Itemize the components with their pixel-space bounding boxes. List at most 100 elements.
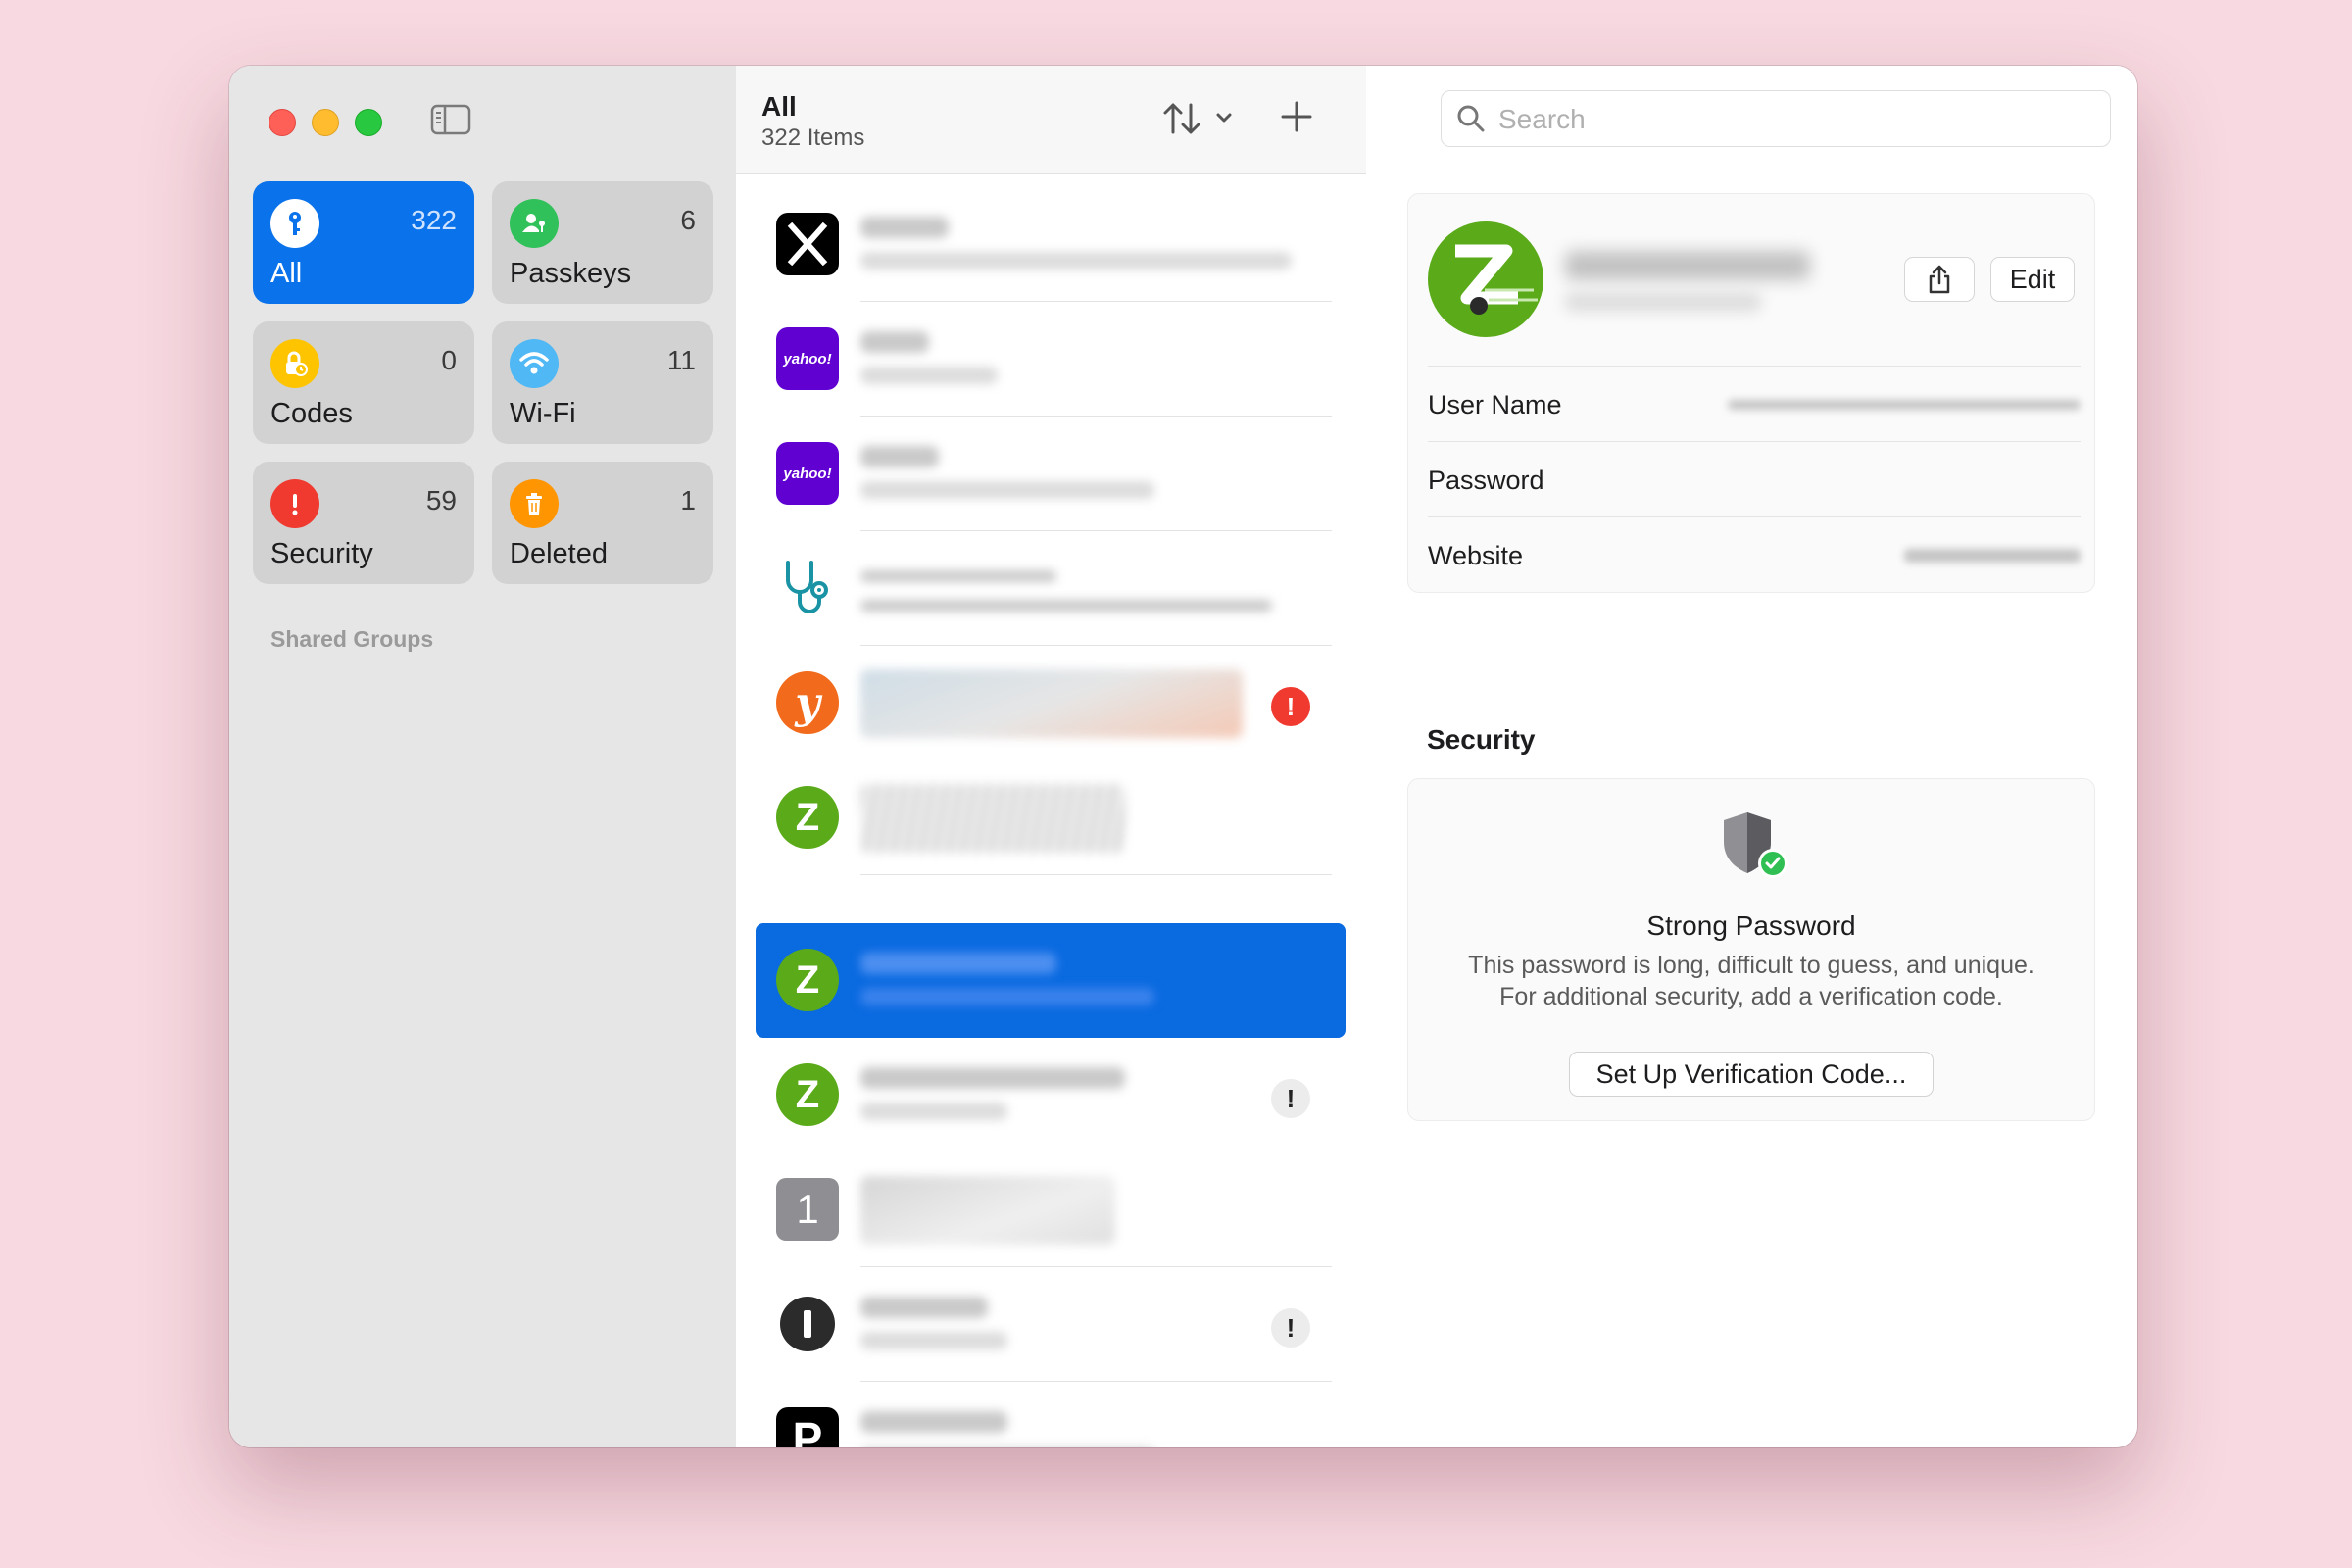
- website-field[interactable]: Website: [1428, 516, 2081, 593]
- search-icon: [1457, 105, 1485, 132]
- person-key-icon: [510, 199, 559, 248]
- item-title-redacted: [860, 669, 1243, 738]
- zipcar-logo-text: Z: [795, 795, 820, 839]
- field-value-redacted: [1728, 400, 2081, 410]
- category-label: Wi-Fi: [510, 398, 576, 429]
- edit-button[interactable]: Edit: [1990, 257, 2075, 302]
- item-subtitle-redacted: [860, 1332, 1007, 1349]
- add-icon[interactable]: [1277, 97, 1316, 136]
- list-item[interactable]: P: [756, 1382, 1346, 1447]
- item-title-redacted: [860, 1411, 1007, 1433]
- lock-clock-icon: [270, 339, 319, 388]
- category-count: 1: [680, 485, 696, 515]
- setup-verification-button[interactable]: Set Up Verification Code...: [1569, 1052, 1934, 1097]
- item-title-redacted: [860, 331, 929, 353]
- list-item[interactable]: yahoo!: [756, 416, 1346, 531]
- list-header: All 322 Items: [736, 66, 1366, 174]
- close-window-button[interactable]: [269, 109, 296, 136]
- yahoo-logo-icon: yahoo!: [776, 327, 839, 390]
- zipcar-logo-icon: Z: [776, 949, 839, 1011]
- category-label: All: [270, 258, 303, 289]
- sidebar-toggle-icon[interactable]: [430, 103, 471, 136]
- zipcar-logo-icon: [1428, 221, 1544, 337]
- field-label: Website: [1428, 541, 1524, 570]
- category-security[interactable]: 59 Security: [253, 462, 474, 584]
- passwords-window: 322 All 6 Passkeys 0 Codes 11 Wi-Fi 59 S…: [229, 66, 2137, 1447]
- yahoo-logo-text: yahoo!: [783, 350, 832, 368]
- account-title-redacted: [1565, 251, 1810, 280]
- list-item[interactable]: yahoo!: [756, 302, 1346, 416]
- zoom-window-button[interactable]: [355, 109, 382, 136]
- list-item[interactable]: !: [756, 1267, 1346, 1382]
- category-count: 6: [680, 205, 696, 235]
- item-subtitle-redacted: [860, 1102, 1007, 1120]
- wifi-icon: [510, 339, 559, 388]
- account-card: Edit User Name Password Website: [1407, 193, 2095, 593]
- minimize-window-button[interactable]: [312, 109, 339, 136]
- item-title-redacted: [860, 1297, 988, 1318]
- zipcar-logo-icon: Z: [776, 786, 839, 849]
- list-title: All: [761, 91, 797, 122]
- list-item[interactable]: y !: [756, 646, 1346, 760]
- list-item[interactable]: Z !: [756, 1038, 1346, 1152]
- sidebar: 322 All 6 Passkeys 0 Codes 11 Wi-Fi 59 S…: [229, 66, 737, 1447]
- shield-check-icon: [1724, 812, 1788, 878]
- item-subtitle-redacted: [860, 988, 1154, 1005]
- list-item[interactable]: 1: [756, 1152, 1346, 1267]
- category-count: 0: [441, 345, 457, 375]
- category-label: Security: [270, 538, 373, 569]
- row-separator: [860, 874, 1332, 875]
- item-subtitle-redacted: [860, 367, 998, 384]
- item-title-redacted: [860, 446, 939, 467]
- category-label: Codes: [270, 398, 353, 429]
- security-alert-icon: !: [1271, 687, 1310, 726]
- p-logo-icon: P: [776, 1407, 839, 1447]
- item-title-redacted: [860, 1067, 1125, 1089]
- zipcar-logo-text: Z: [795, 1072, 820, 1116]
- sort-icon[interactable]: [1161, 99, 1240, 138]
- password-field[interactable]: Password: [1428, 441, 2081, 517]
- list-item[interactable]: Z: [756, 760, 1346, 875]
- security-card: Strong Password This password is long, d…: [1407, 778, 2095, 1121]
- category-label: Deleted: [510, 538, 608, 569]
- password-list: All 322 Items yahoo! yahoo! y ! Z Z Z ! …: [736, 66, 1367, 1447]
- p-logo-text: P: [792, 1413, 823, 1447]
- category-label: Passkeys: [510, 258, 632, 289]
- security-description-line2: For additional security, add a verificat…: [1499, 983, 2003, 1010]
- security-description-line1: This password is long, difficult to gues…: [1468, 952, 2034, 979]
- yahoo-logo-icon: yahoo!: [776, 442, 839, 505]
- y-logo-text: y: [795, 677, 820, 728]
- item-title-redacted: [860, 217, 949, 238]
- list-item[interactable]: [756, 187, 1346, 302]
- keyhole-logo-icon: [780, 1297, 835, 1351]
- detail-pane: Edit User Name Password Website Security: [1366, 66, 2137, 1447]
- x-logo-icon: [776, 213, 839, 275]
- share-button[interactable]: [1904, 257, 1975, 302]
- category-grid: 322 All 6 Passkeys 0 Codes 11 Wi-Fi 59 S…: [253, 181, 713, 584]
- category-deleted[interactable]: 1 Deleted: [492, 462, 713, 584]
- category-passkeys[interactable]: 6 Passkeys: [492, 181, 713, 304]
- item-title-redacted: [860, 1176, 1115, 1245]
- list-item-count: 322 Items: [761, 124, 865, 151]
- category-count: 59: [425, 485, 457, 515]
- search-field[interactable]: [1441, 90, 2111, 147]
- search-input[interactable]: [1496, 99, 2088, 140]
- list-item-selected[interactable]: Z: [756, 923, 1346, 1038]
- category-all[interactable]: 322 All: [253, 181, 474, 304]
- category-wifi[interactable]: 11 Wi-Fi: [492, 321, 713, 444]
- share-icon: [1929, 265, 1950, 294]
- one-logo-text: 1: [796, 1186, 819, 1232]
- field-label: Password: [1428, 466, 1544, 495]
- item-subtitle-redacted: [860, 481, 1154, 499]
- username-field[interactable]: User Name: [1428, 366, 2081, 442]
- yahoo-logo-text: yahoo!: [783, 465, 832, 482]
- field-label: User Name: [1428, 390, 1562, 419]
- stethoscope-icon: [776, 557, 839, 619]
- trash-icon: [510, 479, 559, 528]
- exclamation-icon: [270, 479, 319, 528]
- item-title-redacted: [860, 953, 1056, 974]
- account-subtitle-redacted: [1565, 292, 1761, 312]
- item-subtitle-redacted: [860, 600, 1272, 612]
- category-codes[interactable]: 0 Codes: [253, 321, 474, 444]
- list-item[interactable]: [756, 531, 1346, 646]
